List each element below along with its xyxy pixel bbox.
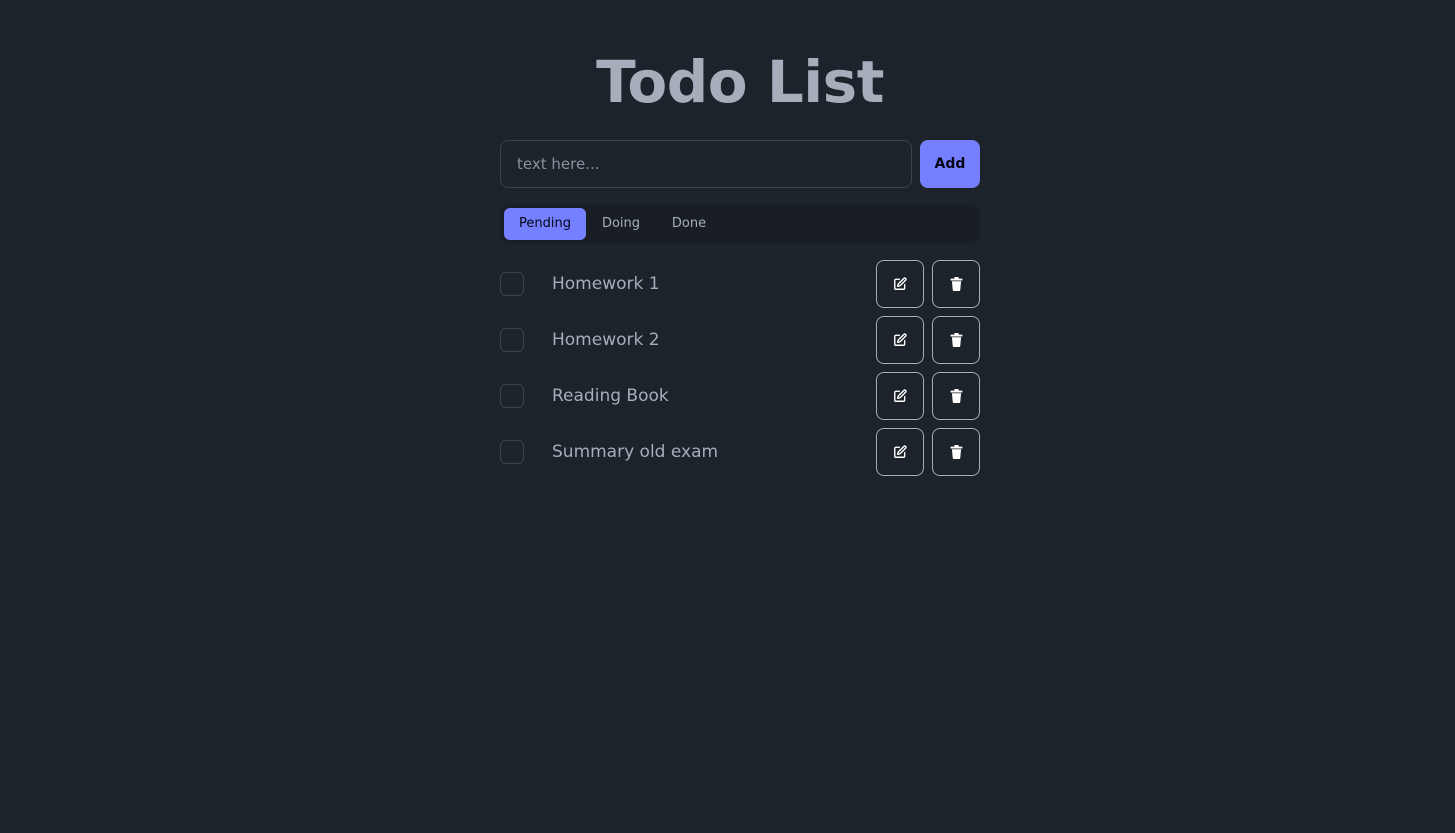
todo-text: Summary old exam	[552, 442, 719, 462]
edit-button[interactable]	[876, 260, 924, 308]
todo-text-input[interactable]	[500, 140, 912, 188]
page-title: Todo List	[596, 48, 884, 116]
add-button[interactable]: Add	[920, 140, 980, 188]
todo-item: Homework 2	[500, 316, 980, 364]
edit-icon	[894, 389, 907, 402]
edit-icon	[894, 277, 907, 290]
todo-item: Homework 1	[500, 260, 980, 308]
trash-icon	[950, 333, 962, 347]
tab-pending[interactable]: Pending	[504, 208, 586, 240]
trash-icon	[950, 389, 962, 403]
edit-icon	[894, 445, 907, 458]
todo-checkbox[interactable]	[500, 440, 524, 464]
status-tabs: Pending Doing Done	[500, 204, 980, 244]
todo-checkbox[interactable]	[500, 384, 524, 408]
todo-item: Reading Book	[500, 372, 980, 420]
edit-button[interactable]	[876, 372, 924, 420]
todo-item: Summary old exam	[500, 428, 980, 476]
delete-button[interactable]	[932, 316, 980, 364]
todo-checkbox[interactable]	[500, 272, 524, 296]
edit-icon	[894, 333, 907, 346]
todo-text: Homework 1	[552, 274, 660, 294]
delete-button[interactable]	[932, 372, 980, 420]
delete-button[interactable]	[932, 260, 980, 308]
edit-button[interactable]	[876, 428, 924, 476]
todo-text: Homework 2	[552, 330, 660, 350]
delete-button[interactable]	[932, 428, 980, 476]
tab-done[interactable]: Done	[656, 208, 722, 240]
edit-button[interactable]	[876, 316, 924, 364]
new-todo-form: Add	[500, 140, 980, 188]
tab-doing[interactable]: Doing	[588, 208, 654, 240]
todo-list: Homework 1 Homework 2 Reading Book Summa…	[500, 260, 980, 484]
todo-text: Reading Book	[552, 386, 669, 406]
trash-icon	[950, 445, 962, 459]
trash-icon	[950, 277, 962, 291]
todo-checkbox[interactable]	[500, 328, 524, 352]
